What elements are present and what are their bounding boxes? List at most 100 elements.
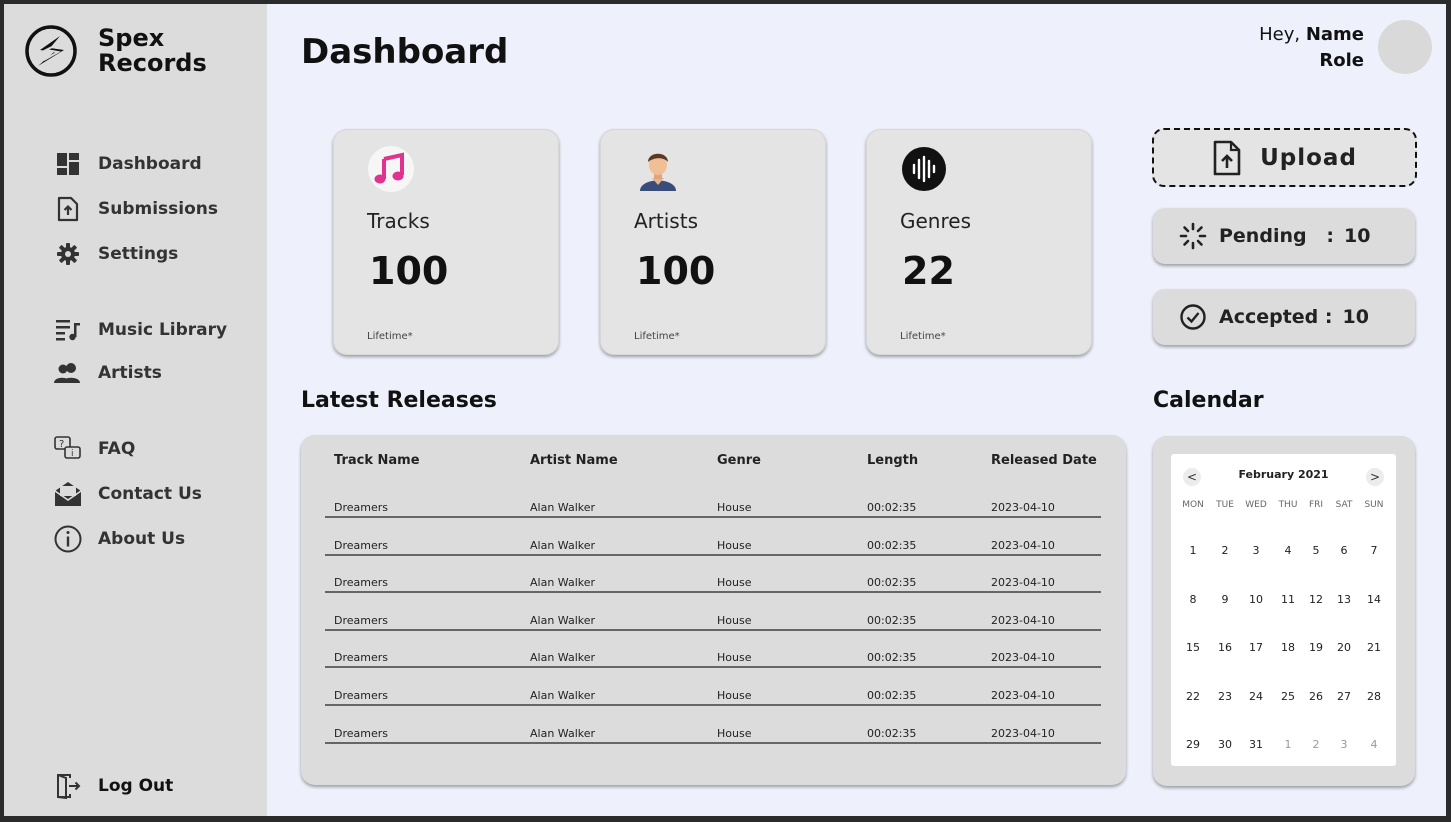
calendar-day[interactable]: 27: [1328, 690, 1360, 703]
accepted-status-button[interactable]: Accepted : 10: [1153, 289, 1415, 345]
user-info: Hey, Name Role: [1259, 22, 1364, 74]
table-cell: Alan Walker: [530, 651, 596, 665]
sound-wave-icon: [902, 147, 946, 191]
table-cell: 2023-04-10: [991, 501, 1055, 514]
calendar-heading: Calendar: [1153, 388, 1264, 413]
weekday-label: WED: [1245, 500, 1267, 510]
table-cell: 00:02:35: [867, 613, 917, 627]
stat-value: 100: [369, 249, 449, 293]
calendar-day[interactable]: 24: [1240, 690, 1272, 703]
chevron-right-icon[interactable]: >: [1366, 468, 1384, 486]
calendar-day[interactable]: 3: [1328, 738, 1360, 751]
sidebar-item-label: Settings: [98, 244, 179, 264]
column-header: Length: [867, 453, 919, 468]
app-window: Spex Records Dashboard Submissions Setti…: [4, 4, 1446, 816]
pending-label: Pending :: [1219, 225, 1335, 247]
logout-icon: [54, 772, 82, 800]
sidebar-item-music-library[interactable]: Music Library: [54, 316, 227, 344]
sidebar-item-faq[interactable]: ? i FAQ: [54, 435, 135, 463]
calendar-day[interactable]: 21: [1358, 641, 1390, 654]
calendar-day[interactable]: 13: [1328, 593, 1360, 606]
upload-button[interactable]: Upload: [1152, 128, 1417, 187]
calendar-day[interactable]: 16: [1209, 641, 1241, 654]
calendar-day[interactable]: 7: [1358, 544, 1390, 557]
gear-icon: [54, 240, 82, 268]
table-cell: 2023-04-10: [991, 651, 1055, 665]
calendar-day[interactable]: 23: [1209, 690, 1241, 703]
sidebar-item-label: Artists: [98, 363, 162, 383]
upload-label: Upload: [1260, 144, 1357, 171]
avatar[interactable]: [1378, 20, 1432, 74]
stat-label: Tracks: [367, 209, 430, 233]
calendar-day[interactable]: 30: [1209, 738, 1241, 751]
calendar-day[interactable]: 22: [1177, 690, 1209, 703]
calendar-day[interactable]: 8: [1177, 593, 1209, 606]
spex-logo-icon: [25, 25, 77, 77]
table-cell: House: [717, 501, 752, 514]
calendar-day[interactable]: 29: [1177, 738, 1209, 751]
users-icon: [54, 359, 82, 387]
table-cell: 00:02:35: [867, 538, 917, 552]
table-cell: 00:02:35: [867, 726, 917, 740]
table-cell: Alan Walker: [530, 538, 596, 552]
calendar-day[interactable]: 10: [1240, 593, 1272, 606]
sidebar-item-submissions[interactable]: Submissions: [54, 195, 218, 223]
sidebar-item-settings[interactable]: Settings: [54, 240, 178, 268]
stat-footnote: Lifetime*: [367, 331, 413, 342]
table-row[interactable]: Dreamers Alan Walker House 00:02:35 2023-04-…: [325, 706, 1101, 744]
calendar-day[interactable]: 17: [1240, 641, 1272, 654]
logout-label: Log Out: [98, 776, 174, 796]
sidebar-item-contact[interactable]: Contact Us: [54, 480, 202, 508]
table-row[interactable]: Dreamers Alan Walker House 00:02:35 2023-04-…: [325, 480, 1101, 518]
table-cell: 2023-04-10: [991, 726, 1055, 740]
table-cell: House: [717, 613, 752, 627]
table-cell: 00:02:35: [867, 651, 917, 665]
releases-table: Track Name Artist Name Genre Length Rele…: [301, 435, 1126, 785]
table-row[interactable]: Dreamers Alan Walker House 00:02:35 2023-04-…: [325, 630, 1101, 669]
sidebar-item-label: FAQ: [98, 439, 136, 459]
calendar-panel: February 2021 < > MON TUE WED THU FRI SAT SUN 1…: [1153, 436, 1415, 786]
calendar-day[interactable]: 14: [1358, 593, 1390, 606]
table-cell: Dreamers: [334, 689, 388, 702]
stat-value: 100: [636, 249, 716, 293]
stat-label: Artists: [634, 209, 698, 233]
calendar-day[interactable]: 20: [1328, 641, 1360, 654]
calendar-day[interactable]: 1: [1177, 544, 1209, 557]
calendar-day[interactable]: 31: [1240, 738, 1272, 751]
sidebar-item-dashboard[interactable]: Dashboard: [54, 150, 202, 178]
calendar-day[interactable]: 3: [1240, 544, 1272, 557]
latest-releases-heading: Latest Releases: [301, 388, 497, 413]
calendar-day[interactable]: 9: [1209, 593, 1241, 606]
sidebar-item-artists[interactable]: Artists: [54, 359, 162, 387]
table-cell: Dreamers: [334, 726, 388, 740]
table-row[interactable]: Dreamers Alan Walker House 00:02:35 2023-04-…: [325, 518, 1101, 556]
stat-footnote: Lifetime*: [900, 331, 946, 342]
table-cell: Dreamers: [334, 576, 388, 590]
accepted-count: 10: [1342, 306, 1369, 328]
brand[interactable]: Spex Records: [24, 24, 207, 78]
calendar-day[interactable]: 2: [1209, 544, 1241, 557]
table-row[interactable]: Dreamers Alan Walker House 00:02:35 2023-04-…: [325, 593, 1101, 631]
table-row[interactable]: Dreamers Alan Walker House 00:02:35 2023-04-…: [325, 555, 1101, 594]
stat-value: 22: [902, 249, 955, 293]
chevron-left-icon[interactable]: <: [1183, 468, 1201, 486]
pending-status-button[interactable]: Pending : 10: [1153, 208, 1415, 264]
stat-footnote: Lifetime*: [634, 331, 680, 342]
artist-avatar-icon: [640, 153, 676, 191]
calendar-day[interactable]: 28: [1358, 690, 1390, 703]
greeting-text: Hey,: [1259, 24, 1301, 45]
weekday-label: SAT: [1335, 500, 1353, 510]
calendar-month: February 2021: [1238, 468, 1329, 481]
calendar-day[interactable]: 4: [1358, 738, 1390, 751]
table-cell: 2023-04-10: [991, 613, 1055, 627]
brand-name: Spex Records: [98, 24, 207, 77]
logout-button[interactable]: Log Out: [54, 772, 173, 800]
calendar-day[interactable]: 15: [1177, 641, 1209, 654]
calendar-day[interactable]: 6: [1328, 544, 1360, 557]
sidebar-item-about[interactable]: About Us: [54, 525, 185, 553]
table-cell: House: [717, 651, 752, 665]
stat-card-artists: Artists 100 Lifetime*: [600, 129, 826, 355]
file-upload-icon: [54, 195, 82, 223]
table-cell: House: [717, 726, 752, 740]
table-row[interactable]: Dreamers Alan Walker House 00:02:35 2023-04-…: [325, 668, 1101, 706]
